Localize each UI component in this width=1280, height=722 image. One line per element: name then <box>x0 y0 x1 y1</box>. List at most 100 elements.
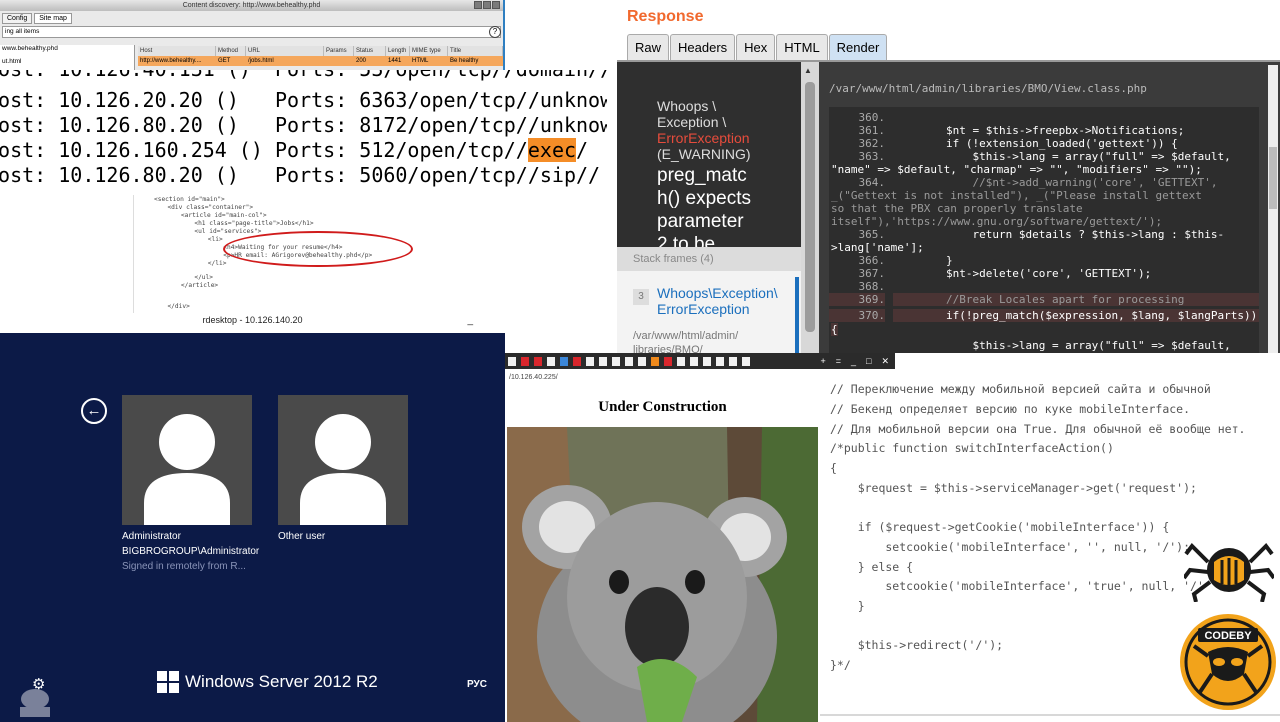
col-params[interactable]: Params <box>324 46 354 56</box>
tab-icon[interactable] <box>703 356 711 366</box>
tab-icon[interactable] <box>690 356 698 366</box>
language-indicator[interactable]: РУС <box>467 679 487 690</box>
tab-config[interactable]: Config <box>2 13 33 24</box>
scrollbar[interactable]: ▲ <box>801 62 819 353</box>
rdesktop-window: rdesktop - 10.126.140.20 _ ← Administrat… <box>0 313 505 722</box>
code-comment: itself"),'https://www.gnu.org/software/g… <box>831 215 1163 228</box>
code-comment: //$nt->add_warning('core', 'GETTEXT', <box>893 176 1218 189</box>
tab-icon[interactable] <box>729 356 737 366</box>
tab-icon[interactable] <box>534 356 542 366</box>
back-arrow-icon[interactable]: ← <box>81 398 107 424</box>
source-line: <section id="main"> <box>154 196 225 203</box>
code-line: >lang['name']; <box>831 241 924 254</box>
close-icon[interactable]: ✕ <box>881 356 889 367</box>
col-mime[interactable]: MIME type <box>410 46 448 56</box>
user-tile-other[interactable] <box>278 395 408 525</box>
tab-icon[interactable] <box>638 356 646 366</box>
tab-icon[interactable] <box>508 356 516 366</box>
under-construction-page: Under Construction <box>505 387 820 722</box>
line-number: 366. <box>858 254 886 267</box>
col-host[interactable]: Host <box>138 46 216 56</box>
code-comment: // Переключение между мобильной версией … <box>830 382 1211 396</box>
col-status[interactable]: Status <box>354 46 386 56</box>
code-line: } <box>830 599 865 613</box>
new-tab-icon[interactable]: + <box>820 356 825 367</box>
scrollbar[interactable] <box>1268 65 1278 353</box>
tab-icon[interactable] <box>586 356 594 366</box>
scrollbar-thumb[interactable] <box>1269 147 1277 209</box>
burp-content-discovery-window: Content discovery: http://www.behealthy.… <box>0 0 505 70</box>
tab-icon[interactable] <box>547 356 555 366</box>
tab-icon[interactable] <box>716 356 724 366</box>
rdesktop-titlebar: rdesktop - 10.126.140.20 _ <box>0 313 505 333</box>
cell-length: 1441 <box>388 58 402 64</box>
frame-item[interactable]: Whoops\Exception\ ErrorException <box>657 285 807 317</box>
tab-render[interactable]: Render <box>828 34 888 60</box>
code-comment: // Бекенд определяет версию по куке mobi… <box>830 402 1191 416</box>
nmap-line: Host: 10.126.80.20 () Ports: 8172/open/t… <box>0 113 649 137</box>
tab-icon[interactable] <box>612 356 620 366</box>
minimize-icon[interactable]: _ <box>851 356 856 367</box>
minimize-icon[interactable] <box>474 1 482 9</box>
col-method[interactable]: Method <box>216 46 246 56</box>
line-number: 370. <box>829 309 885 322</box>
tab-icon[interactable] <box>573 356 581 366</box>
nmap-line-exec: Host: 10.126.160.254 () Ports: 512/open/… <box>0 138 588 163</box>
tab-icon[interactable] <box>599 356 607 366</box>
results-table: Host Method URL Params Status Length MIM… <box>138 46 503 66</box>
scroll-up-icon[interactable]: ▲ <box>804 66 812 75</box>
col-url[interactable]: URL <box>246 46 324 56</box>
scrollbar-thumb[interactable] <box>805 82 815 332</box>
code-comment: _("Gettext is not installed"), _("Please… <box>831 189 1202 202</box>
cell-host: http://www.behealthy.... <box>140 58 202 64</box>
line-number: 364. <box>858 176 886 189</box>
exception-type: ErrorException <box>657 130 750 146</box>
user-domain: BIGBROGROUP\Administrator <box>122 546 260 557</box>
user-tile-administrator[interactable] <box>122 395 252 525</box>
filter-bar[interactable]: ing all items ? <box>2 26 501 38</box>
close-icon[interactable] <box>492 1 500 9</box>
col-title[interactable]: Title <box>448 46 503 56</box>
code-line: setcookie('mobileInterface', 'true', nul… <box>830 579 1204 593</box>
exception-message: preg_matc h() expects parameter 2 to be <box>657 164 801 256</box>
menu-icon[interactable]: = <box>836 356 841 367</box>
source-line: </div> <box>160 303 190 310</box>
tree-item[interactable]: www.behealthy.phd <box>2 45 134 52</box>
code-line: setcookie('mobileInterface', '', null, '… <box>830 540 1191 554</box>
tab-icon[interactable] <box>677 356 685 366</box>
burp-titlebar: Content discovery: http://www.behealthy.… <box>0 0 503 11</box>
tab-icon[interactable] <box>521 356 529 366</box>
site-tree: www.behealthy.phd ut.html <box>0 45 135 70</box>
code-line: "name" => $default, "charmap" => "", "mo… <box>831 163 1202 176</box>
code-comment: // Для мобильной версии она True. Для об… <box>830 422 1246 436</box>
tab-icon[interactable] <box>742 356 750 366</box>
frame-number: 3 <box>633 289 649 305</box>
tab-icon[interactable] <box>651 356 659 366</box>
window-controls <box>474 1 500 9</box>
table-row[interactable]: http://www.behealthy.... GET /jobs.html … <box>138 56 503 66</box>
tab-hex[interactable]: Hex <box>736 34 776 60</box>
code-line: $this->redirect('/'); <box>830 638 1004 652</box>
cell-url: /jobs.html <box>248 58 274 64</box>
line-number: 361. <box>858 124 886 137</box>
line-number: 369. <box>829 293 885 306</box>
tab-site-map[interactable]: Site map <box>34 13 72 24</box>
maximize-icon[interactable] <box>483 1 491 9</box>
help-icon[interactable]: ? <box>489 26 501 38</box>
tab-headers[interactable]: Headers <box>670 34 736 60</box>
code-line: { <box>831 323 838 336</box>
tab-icon[interactable] <box>664 356 672 366</box>
window-controls: + = _ □ ✕ <box>820 356 895 367</box>
tab-html[interactable]: HTML <box>776 34 828 60</box>
maximize-icon[interactable]: □ <box>866 356 871 367</box>
tab-icon[interactable] <box>625 356 633 366</box>
tab-icon[interactable] <box>560 356 568 366</box>
watermark-logo <box>20 689 50 717</box>
col-length[interactable]: Length <box>386 46 410 56</box>
tree-item[interactable]: ut.html <box>2 58 134 65</box>
tab-raw[interactable]: Raw <box>627 34 670 60</box>
source-line: <article id="main-col"> <box>166 212 267 219</box>
minimize-icon[interactable]: _ <box>467 314 473 328</box>
nmap-line: Host: 10.126.80.20 () Ports: 5060/open/t… <box>0 163 601 187</box>
cell-method: GET <box>218 58 231 64</box>
